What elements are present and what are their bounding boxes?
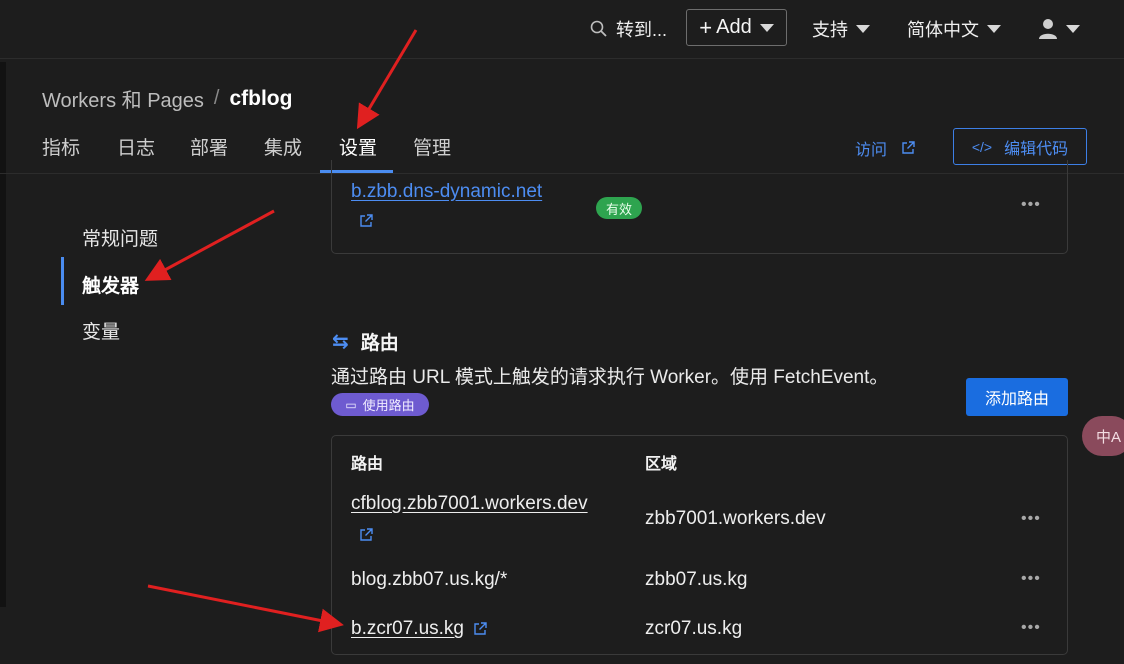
custom-domains-card	[331, 160, 1068, 254]
more-options-icon[interactable]: •••	[1021, 570, 1041, 588]
swap-arrows-icon: ⇆	[332, 331, 349, 353]
more-options-icon[interactable]: •••	[1021, 619, 1041, 637]
translate-widget[interactable]: 中A	[1082, 416, 1124, 456]
breadcrumb-parent[interactable]: Workers 和 Pages	[42, 84, 204, 113]
book-icon: ▭	[345, 397, 357, 412]
routes-heading: ⇆ 路由	[332, 328, 399, 355]
tab-settings[interactable]: 设置	[339, 133, 377, 160]
user-menu[interactable]	[1038, 14, 1080, 44]
tab-manage[interactable]: 管理	[413, 133, 451, 160]
column-header-route: 路由	[351, 456, 384, 473]
route-zone: zcr07.us.kg	[645, 618, 743, 639]
support-menu[interactable]: 支持	[812, 14, 870, 44]
more-options-icon[interactable]: •••	[1021, 510, 1041, 528]
routes-docs-badge[interactable]: ▭ 使用路由	[331, 393, 429, 416]
status-badge: 有效	[596, 197, 642, 219]
add-label: Add	[716, 16, 752, 38]
external-link-icon[interactable]	[359, 528, 373, 542]
column-header-zone: 区域	[645, 456, 678, 473]
sidebar-item-triggers[interactable]: 触发器	[82, 271, 139, 298]
add-route-button[interactable]: 添加路由	[966, 378, 1068, 416]
tab-metrics[interactable]: 指标	[42, 133, 80, 160]
user-icon	[1039, 19, 1057, 39]
routes-description: 通过路由 URL 模式上触发的请求执行 Worker。使用 FetchEvent…	[331, 367, 889, 388]
annotation-arrow	[147, 584, 344, 633]
external-link-icon	[902, 141, 915, 154]
chevron-down-icon	[987, 25, 1001, 33]
breadcrumb-separator: /	[213, 87, 220, 109]
search-icon	[590, 20, 607, 37]
route-link[interactable]: cfblog.zbb7001.workers.dev	[351, 493, 588, 515]
routes-docs-label: 使用路由	[362, 398, 415, 413]
sidebar-active-indicator	[61, 257, 64, 305]
route-link[interactable]: b.zcr07.us.kg	[351, 618, 464, 640]
window-edge	[0, 62, 6, 607]
external-link-icon[interactable]	[473, 622, 487, 636]
chevron-down-icon	[856, 25, 870, 33]
chevron-down-icon	[759, 23, 774, 32]
tab-logs[interactable]: 日志	[117, 133, 155, 160]
search-label: 转到...	[616, 20, 668, 40]
plus-icon: +	[699, 14, 713, 40]
external-link-icon[interactable]	[359, 214, 373, 228]
visit-link[interactable]: 访问	[855, 136, 915, 160]
route-zone: zbb07.us.kg	[645, 569, 748, 590]
route-pattern: blog.zbb07.us.kg/*	[351, 569, 508, 590]
add-button[interactable]: + Add	[686, 9, 787, 46]
tab-integrations[interactable]: 集成	[264, 133, 302, 160]
tab-deployments[interactable]: 部署	[190, 133, 228, 160]
code-icon: </>	[971, 138, 993, 155]
sidebar-item-general[interactable]: 常规问题	[82, 224, 158, 251]
custom-domain-link[interactable]: b.zbb.dns-dynamic.net	[351, 181, 542, 203]
chevron-down-icon	[1066, 25, 1080, 33]
sidebar-item-variables[interactable]: 变量	[82, 317, 120, 344]
breadcrumb-current: cfblog	[229, 86, 293, 110]
language-menu[interactable]: 简体中文	[907, 14, 1001, 44]
routes-title: 路由	[360, 333, 399, 354]
breadcrumb: Workers 和 Pages / cfblog	[42, 84, 292, 113]
search-button[interactable]: 转到...	[590, 14, 667, 44]
visit-label: 访问	[855, 142, 888, 159]
more-options-icon[interactable]: •••	[1021, 196, 1041, 214]
edit-code-label: 编辑代码	[1004, 140, 1069, 158]
annotation-arrow	[144, 209, 275, 281]
route-zone: zbb7001.workers.dev	[645, 508, 826, 529]
language-label: 简体中文	[907, 20, 979, 40]
support-label: 支持	[812, 20, 848, 40]
